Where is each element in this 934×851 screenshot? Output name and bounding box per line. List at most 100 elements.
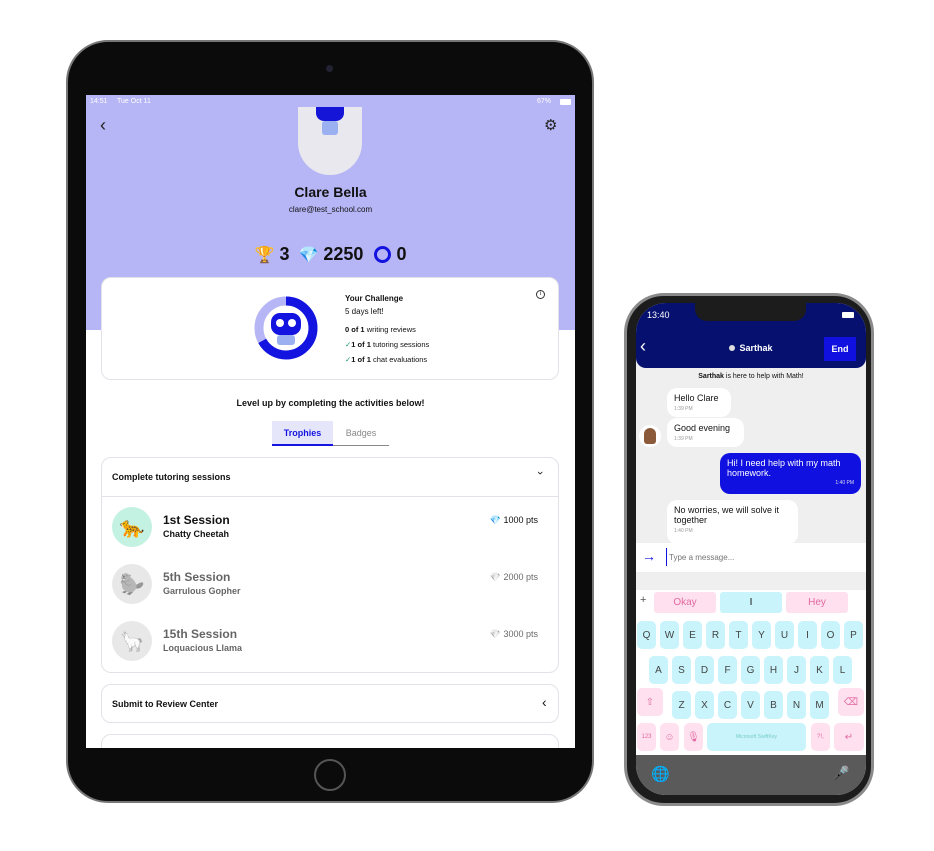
key-l[interactable]: L xyxy=(833,656,852,684)
send-arrow-icon[interactable]: → xyxy=(642,548,656,564)
gem-icon: 💎 xyxy=(489,515,501,525)
battery-percent: 67% xyxy=(537,98,552,105)
message-bubble: Good evening 1:39 PM xyxy=(667,418,744,447)
row-title: 15th Session xyxy=(163,627,238,641)
key-f[interactable]: F xyxy=(718,656,737,684)
shift-key[interactable]: ⇧ xyxy=(637,688,663,716)
list-item[interactable]: 🐆 1st Session Chatty Cheetah 💎 1000 pts xyxy=(102,507,558,552)
suggestion[interactable]: I xyxy=(720,592,782,613)
keyboard-bottom-bar: 🌐 🎤 xyxy=(636,755,866,795)
level-up-text: Level up by completing the activities be… xyxy=(236,398,425,408)
iphone-screen: 13:40 ‹ Sarthak End Sarthak is here to h… xyxy=(636,303,866,795)
battery-icon xyxy=(842,312,854,318)
key-v[interactable]: V xyxy=(741,691,760,719)
key-e[interactable]: E xyxy=(683,621,702,649)
key-t[interactable]: T xyxy=(729,621,748,649)
llama-icon: 🦙 xyxy=(112,621,152,661)
suggestion[interactable]: Okay xyxy=(654,592,716,613)
numbers-key[interactable]: 123 xyxy=(637,723,656,751)
key-n[interactable]: N xyxy=(787,691,806,719)
key-h[interactable]: H xyxy=(764,656,783,684)
plus-icon[interactable]: + xyxy=(640,594,646,606)
list-item[interactable]: 🦫 5th Session Garrulous Gopher 💎 2000 pt… xyxy=(102,564,558,609)
space-key[interactable]: Microsoft SwiftKey xyxy=(707,723,806,751)
end-button[interactable]: End xyxy=(824,337,856,361)
divider xyxy=(102,496,558,497)
key-y[interactable]: Y xyxy=(752,621,771,649)
key-p[interactable]: P xyxy=(844,621,863,649)
chevron-down-icon[interactable]: › xyxy=(534,471,546,475)
key-u[interactable]: U xyxy=(775,621,794,649)
key-g[interactable]: G xyxy=(741,656,760,684)
tab-badges[interactable]: Badges xyxy=(333,421,389,446)
status-time: 14:51 xyxy=(90,98,108,105)
key-s[interactable]: S xyxy=(672,656,691,684)
key-a[interactable]: A xyxy=(649,656,668,684)
mic-key[interactable]: 🎙 xyxy=(684,723,703,751)
globe-icon[interactable]: 🌐 xyxy=(651,765,670,783)
gopher-icon: 🦫 xyxy=(112,564,152,604)
online-dot xyxy=(729,345,736,351)
gem-icon: 💎 xyxy=(298,246,319,264)
back-icon[interactable]: ‹ xyxy=(100,115,106,136)
ring-icon xyxy=(374,246,392,263)
ring-count: 0 xyxy=(396,244,407,264)
key-x[interactable]: X xyxy=(695,691,714,719)
punctuation-key[interactable]: ?!, xyxy=(811,723,830,751)
key-z[interactable]: Z xyxy=(672,691,691,719)
challenge-item: ✓1 of 1 chat evaluations xyxy=(345,355,428,364)
key-q[interactable]: Q xyxy=(637,621,656,649)
message-input[interactable] xyxy=(666,548,856,566)
trophy-count: 3 xyxy=(279,244,290,264)
tutoring-section: Complete tutoring sessions › 🐆 1st Sessi… xyxy=(101,457,559,673)
backspace-key[interactable]: ⌫ xyxy=(838,688,864,716)
tutor-avatar xyxy=(639,425,661,447)
key-j[interactable]: J xyxy=(787,656,806,684)
dictation-mic-icon[interactable]: 🎤 xyxy=(832,765,849,782)
row-subtitle: Loquacious Llama xyxy=(163,643,243,653)
gem-icon: 💎 xyxy=(489,572,501,582)
ipad-screen: 14:51 Tue Oct 11 67% ‹ ⚙ Clare Bella cla… xyxy=(86,95,575,748)
profile-name: Clare Bella xyxy=(294,184,367,200)
battery-icon xyxy=(560,99,571,105)
camera xyxy=(326,65,333,72)
challenge-card: Your Challenge 5 days left! 0 of 1 writi… xyxy=(101,277,559,380)
chevron-left-icon[interactable]: ‹ xyxy=(542,694,547,710)
key-m[interactable]: M xyxy=(810,691,829,719)
challenge-title: Your Challenge xyxy=(345,294,404,303)
key-r[interactable]: R xyxy=(706,621,725,649)
emoji-key[interactable]: ☺ xyxy=(660,723,679,751)
list-item[interactable]: 🦙 15th Session Loquacious Llama 💎 3000 p… xyxy=(102,621,558,666)
challenge-item: 0 of 1 writing reviews xyxy=(345,325,416,334)
gear-icon[interactable]: ⚙ xyxy=(544,116,557,134)
challenge-progress-ring xyxy=(254,296,318,360)
row-points: 💎 2000 pts xyxy=(489,572,538,582)
gem-count: 2250 xyxy=(323,244,364,264)
key-o[interactable]: O xyxy=(821,621,840,649)
review-center-section[interactable]: Submit to Review Center ‹ xyxy=(101,684,559,723)
avatar xyxy=(298,107,362,175)
message-bubble: No worries, we will solve it together 1:4… xyxy=(667,500,798,544)
tab-trophies[interactable]: Trophies xyxy=(272,421,333,446)
trophy-icon: 🏆 xyxy=(254,246,275,264)
row-title: 5th Session xyxy=(163,570,231,584)
challenge-subtitle: 5 days left! xyxy=(345,307,384,316)
row-subtitle: Chatty Cheetah xyxy=(163,529,230,539)
status-time: 13:40 xyxy=(647,310,670,320)
key-k[interactable]: K xyxy=(810,656,829,684)
key-b[interactable]: B xyxy=(764,691,783,719)
section-title: Complete tutoring sessions xyxy=(112,472,231,482)
return-key[interactable]: ↵ xyxy=(834,723,864,751)
suggestion[interactable]: Hey xyxy=(786,592,848,613)
message-input-bar: → xyxy=(636,543,866,572)
next-section xyxy=(101,734,559,748)
info-icon[interactable]: i xyxy=(536,290,545,299)
message-bubble: Hello Clare 1:39 PM xyxy=(667,388,731,417)
message-bubble-me: Hi! I need help with my math homework. 1:… xyxy=(720,453,861,494)
key-d[interactable]: D xyxy=(695,656,714,684)
home-button[interactable] xyxy=(314,759,346,791)
key-w[interactable]: W xyxy=(660,621,679,649)
section-title: Submit to Review Center xyxy=(112,699,219,709)
key-i[interactable]: I xyxy=(798,621,817,649)
key-c[interactable]: C xyxy=(718,691,737,719)
